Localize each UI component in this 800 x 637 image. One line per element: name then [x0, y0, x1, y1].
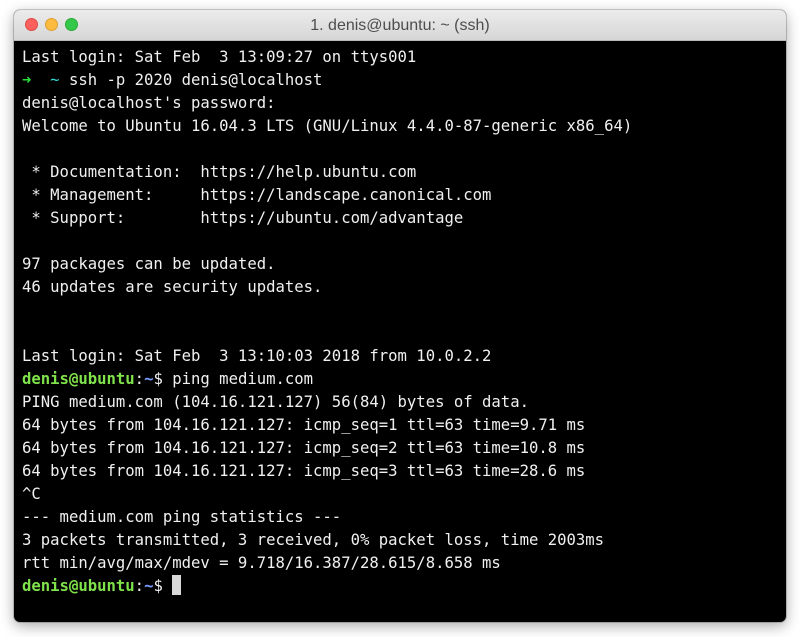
terminal-line: denis@ubuntu:~$ [22, 575, 778, 598]
command-text: ping medium.com [172, 370, 314, 388]
window-titlebar[interactable]: 1. denis@ubuntu: ~ (ssh) [14, 10, 786, 41]
terminal-line: denis@ubuntu:~$ ping medium.com [22, 368, 778, 391]
prompt-separator: : [134, 370, 145, 388]
prompt-directory: ~ [50, 71, 60, 89]
terminal-line: * Management: https://landscape.canonica… [22, 186, 492, 204]
terminal-output[interactable]: Last login: Sat Feb 3 13:09:27 on ttys00… [22, 46, 778, 616]
prompt-dollar: $ [153, 370, 163, 388]
terminal-line: PING medium.com (104.16.121.127) 56(84) … [22, 393, 529, 411]
terminal-line: 64 bytes from 104.16.121.127: icmp_seq=2… [22, 439, 586, 457]
window-title: 1. denis@ubuntu: ~ (ssh) [310, 17, 490, 34]
terminal-line: denis@localhost's password: [22, 94, 276, 112]
terminal-line: 46 updates are security updates. [22, 278, 323, 296]
terminal-line: 64 bytes from 104.16.121.127: icmp_seq=3… [22, 462, 586, 480]
prompt-separator: : [134, 577, 145, 595]
terminal-line: 97 packages can be updated. [22, 255, 276, 273]
terminal-window: 1. denis@ubuntu: ~ (ssh) Last login: Sat… [14, 10, 786, 622]
terminal-line: rtt min/avg/max/mdev = 9.718/16.387/28.6… [22, 554, 501, 572]
text-cursor [172, 575, 182, 595]
prompt-user-host: denis@ubuntu [22, 577, 135, 595]
terminal-line: Last login: Sat Feb 3 13:10:03 2018 from… [22, 347, 492, 365]
terminal-line: 64 bytes from 104.16.121.127: icmp_seq=1… [22, 416, 586, 434]
command-text: ssh -p 2020 denis@localhost [68, 71, 323, 89]
terminal-line: * Documentation: https://help.ubuntu.com [22, 163, 417, 181]
prompt-dollar: $ [153, 577, 163, 595]
prompt-arrow-icon: ➜ [22, 71, 32, 89]
terminal-line: 3 packets transmitted, 3 received, 0% pa… [22, 531, 605, 549]
terminal-line: * Support: https://ubuntu.com/advantage [22, 209, 464, 227]
prompt-user-host: denis@ubuntu [22, 370, 135, 388]
terminal-line: Welcome to Ubuntu 16.04.3 LTS (GNU/Linux… [22, 117, 633, 135]
terminal-line: Last login: Sat Feb 3 13:09:27 on ttys00… [22, 48, 417, 66]
terminal-line: --- medium.com ping statistics --- [22, 508, 342, 526]
terminal-line: ^C [22, 485, 41, 503]
terminal-line: ➜ ~ ssh -p 2020 denis@localhost [22, 69, 778, 92]
